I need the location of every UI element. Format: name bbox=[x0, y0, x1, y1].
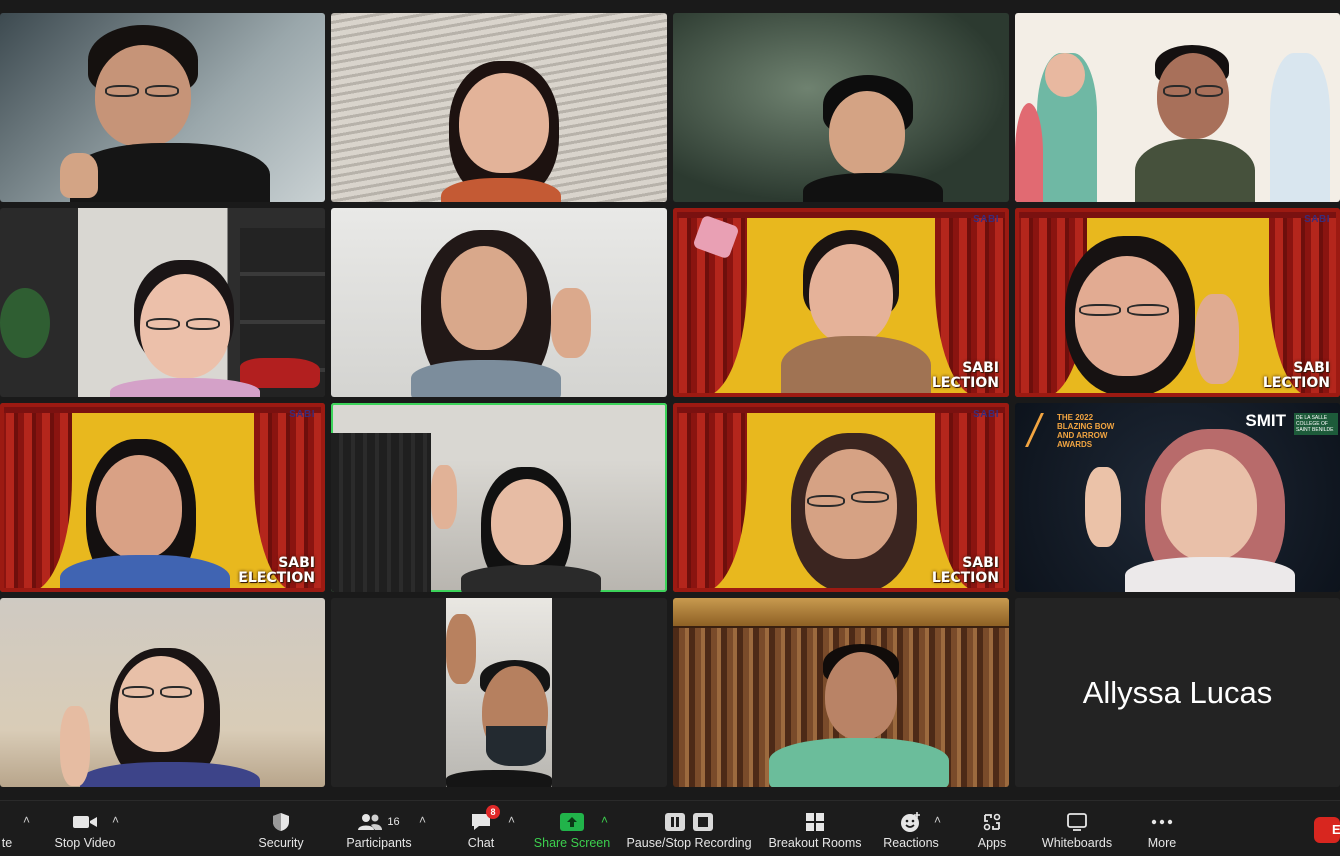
participants-label: Participants bbox=[346, 836, 412, 850]
video-tile[interactable]: SABI SABI LECTION bbox=[673, 403, 1009, 592]
share-screen-label: Share Screen bbox=[533, 836, 611, 850]
chat-button[interactable]: 8 Chat bbox=[462, 801, 500, 856]
video-tile[interactable] bbox=[0, 13, 325, 202]
sabi-logo: SABI bbox=[1304, 214, 1330, 225]
breakout-rooms-icon bbox=[805, 809, 825, 835]
video-tile[interactable] bbox=[331, 598, 667, 787]
security-button[interactable]: Security bbox=[252, 801, 310, 856]
chat-icon: 8 bbox=[470, 805, 500, 835]
stop-video-button[interactable]: Stop Video bbox=[50, 801, 120, 856]
apps-icon bbox=[982, 809, 1002, 835]
video-tile[interactable]: SABI SABI LECTION bbox=[1015, 208, 1340, 397]
participant-video bbox=[783, 75, 943, 202]
participant-video bbox=[431, 465, 611, 592]
video-tile[interactable] bbox=[0, 598, 325, 787]
participants-icon: 16 bbox=[358, 809, 400, 835]
participant-video bbox=[60, 646, 260, 787]
more-label: More bbox=[1147, 836, 1177, 850]
participants-count: 16 bbox=[387, 816, 400, 828]
video-tile[interactable] bbox=[1015, 13, 1340, 202]
video-tile-active-speaker[interactable] bbox=[331, 403, 667, 592]
video-tile[interactable]: THE 2022 BLAZING BOW AND ARROW AWARDS SM… bbox=[1015, 403, 1340, 592]
audio-options-caret[interactable]: ˄ bbox=[23, 813, 30, 827]
pause-icon[interactable] bbox=[664, 812, 686, 832]
sabi-election-text: SABI ELECTION bbox=[238, 556, 315, 586]
mute-button[interactable]: te bbox=[0, 801, 14, 856]
mute-label: te bbox=[1, 836, 13, 850]
participant-video bbox=[100, 258, 260, 397]
participant-video bbox=[773, 431, 953, 592]
stop-icon[interactable] bbox=[692, 812, 714, 832]
chat-unread-badge: 8 bbox=[486, 805, 500, 819]
video-gallery: SABI SABI LECTION SABI SABI LECTION SABI… bbox=[0, 0, 1340, 800]
video-tile[interactable]: SABI SABI LECTION bbox=[673, 208, 1009, 397]
video-camera-icon bbox=[72, 809, 98, 835]
smiley-icon bbox=[900, 809, 922, 835]
recording-controls[interactable]: Pause/Stop Recording bbox=[626, 801, 752, 856]
sabi-line: SABI bbox=[1293, 360, 1330, 376]
participants-button[interactable]: 16 Participants bbox=[342, 801, 416, 856]
whiteboard-icon bbox=[1066, 809, 1088, 835]
stop-video-label: Stop Video bbox=[54, 836, 116, 850]
video-tile-camera-off[interactable]: Allyssa Lucas bbox=[1015, 598, 1340, 787]
sabi-line: SABI bbox=[278, 555, 315, 571]
participant-name: Allyssa Lucas bbox=[1082, 674, 1273, 710]
sabi-line: SABI bbox=[962, 360, 999, 376]
election-line: LECTION bbox=[1262, 375, 1330, 391]
participant-video bbox=[773, 228, 933, 397]
share-screen-button[interactable]: Share Screen bbox=[532, 801, 612, 856]
participant-video bbox=[60, 23, 270, 202]
sabi-logo: SABI bbox=[289, 409, 315, 420]
participant-video bbox=[446, 614, 552, 787]
video-tile[interactable]: SABI SABI ELECTION bbox=[0, 403, 325, 592]
reactions-label: Reactions bbox=[883, 836, 939, 850]
participant-video bbox=[421, 61, 581, 202]
more-button[interactable]: More bbox=[1142, 801, 1182, 856]
election-line: LECTION bbox=[931, 375, 999, 391]
more-dots-icon bbox=[1151, 809, 1173, 835]
participant-video bbox=[1125, 43, 1265, 202]
recording-label: Pause/Stop Recording bbox=[626, 836, 752, 850]
participants-options-caret[interactable]: ˄ bbox=[419, 813, 426, 827]
apps-label: Apps bbox=[977, 836, 1007, 850]
whiteboards-label: Whiteboards bbox=[1041, 836, 1113, 850]
video-tile[interactable] bbox=[331, 208, 667, 397]
sabi-logo: SABI bbox=[973, 214, 999, 225]
video-tile[interactable] bbox=[673, 598, 1009, 787]
video-tile[interactable] bbox=[0, 208, 325, 397]
reactions-button[interactable]: Reactions bbox=[880, 801, 942, 856]
breakout-rooms-button[interactable]: Breakout Rooms bbox=[768, 801, 862, 856]
meeting-toolbar: te ˄ Stop Video ˄ Security 16 Participan… bbox=[0, 800, 1340, 856]
chat-options-caret[interactable]: ˄ bbox=[508, 813, 515, 827]
video-tile[interactable] bbox=[673, 13, 1009, 202]
sabi-election-text: SABI LECTION bbox=[932, 361, 999, 391]
election-line: ELECTION bbox=[238, 570, 315, 586]
security-label: Security bbox=[258, 836, 304, 850]
participant-video bbox=[1055, 234, 1255, 397]
participant-video bbox=[401, 228, 601, 397]
chat-label: Chat bbox=[467, 836, 495, 850]
share-screen-icon bbox=[560, 809, 584, 835]
end-meeting-button[interactable]: E bbox=[1314, 817, 1340, 843]
video-tile[interactable] bbox=[331, 13, 667, 202]
participant-video bbox=[769, 642, 949, 787]
sabi-logo: SABI bbox=[973, 409, 999, 420]
shield-icon bbox=[272, 809, 290, 835]
participant-video bbox=[60, 437, 240, 592]
recording-icons bbox=[664, 809, 714, 835]
apps-button[interactable]: Apps bbox=[972, 801, 1012, 856]
breakout-rooms-label: Breakout Rooms bbox=[768, 836, 862, 850]
video-options-caret[interactable]: ˄ bbox=[112, 813, 119, 827]
share-options-caret[interactable]: ˄ bbox=[601, 813, 608, 827]
reactions-options-caret[interactable]: ˄ bbox=[934, 813, 941, 827]
sabi-election-text: SABI LECTION bbox=[1263, 361, 1330, 391]
participant-video bbox=[1085, 427, 1325, 592]
whiteboards-button[interactable]: Whiteboards bbox=[1038, 801, 1116, 856]
